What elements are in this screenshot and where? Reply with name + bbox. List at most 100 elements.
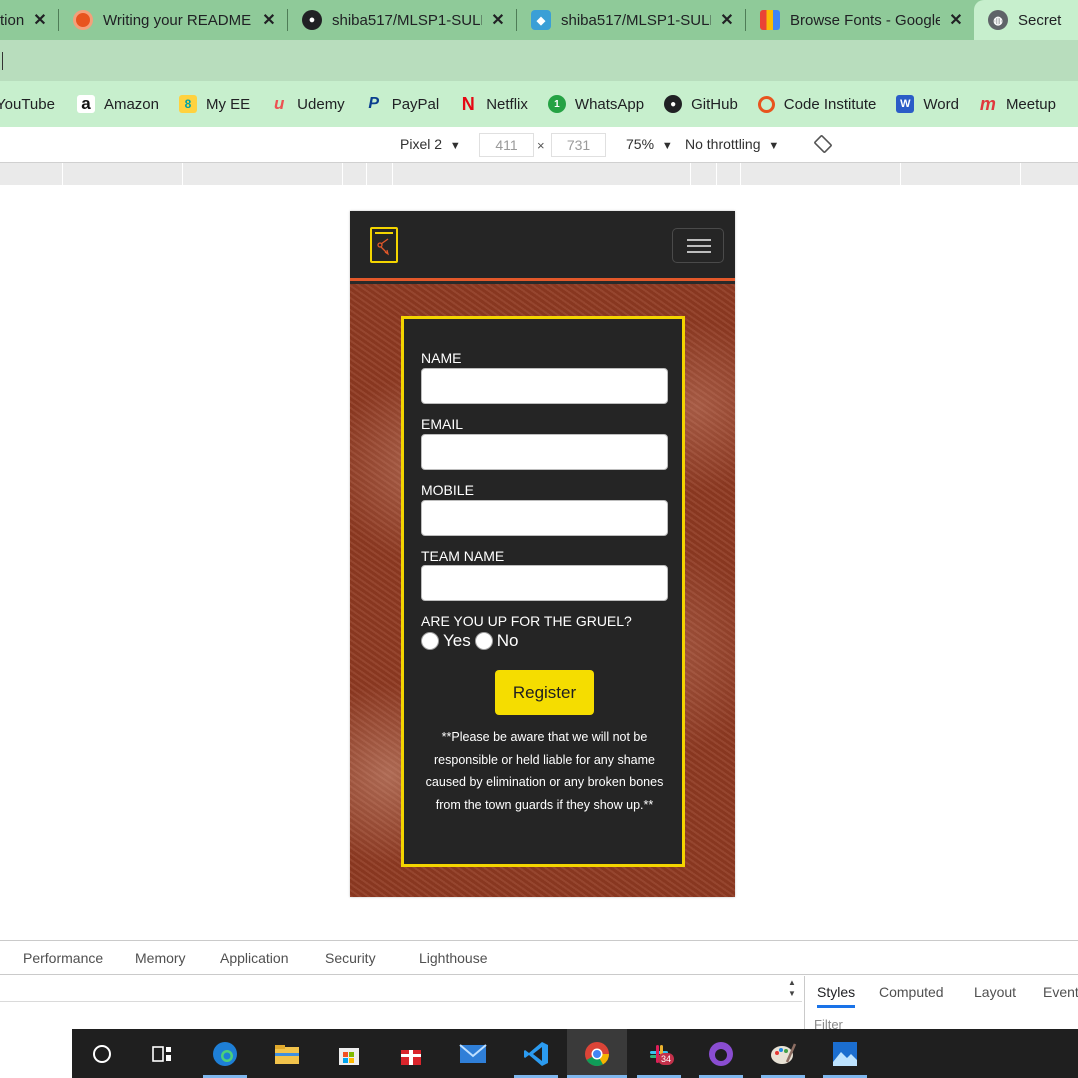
- bookmark-label: Udemy: [297, 95, 345, 113]
- close-icon[interactable]: ✕: [490, 10, 506, 30]
- tab-performance[interactable]: Performance: [23, 950, 103, 966]
- bookmark-netflix[interactable]: N Netflix: [459, 93, 528, 114]
- media-query-ruler: [0, 163, 1078, 185]
- bookmark-code-institute[interactable]: Code Institute: [757, 95, 877, 113]
- bookmark-label: PayPal: [391, 95, 440, 113]
- browser-tab-strip: tion ✕ Writing your README ✕ ● shiba517/…: [0, 0, 1078, 40]
- udemy-icon: u: [273, 94, 285, 113]
- rotate-icon[interactable]: [814, 135, 832, 156]
- tab-layout[interactable]: Layout: [974, 984, 1016, 1000]
- chevron-down-icon: ▼: [661, 140, 673, 152]
- registration-form: NAME EMAIL MOBILE TEAM NAME ARE YOU UP F…: [401, 316, 685, 867]
- device-select[interactable]: Pixel 2 ▼: [400, 136, 461, 152]
- no-radio[interactable]: [474, 632, 493, 650]
- bookmark-amazon[interactable]: a Amazon: [76, 94, 159, 113]
- ruler-tick: [182, 163, 183, 185]
- paint-icon[interactable]: [768, 1039, 798, 1069]
- browser-tab-active[interactable]: ◍ Secret: [974, 0, 1078, 40]
- tab-application[interactable]: Application: [220, 950, 289, 966]
- site-logo-icon[interactable]: [370, 227, 398, 263]
- whatsapp-icon: 1: [547, 95, 566, 113]
- github-icon: ●: [664, 95, 683, 113]
- code-institute-icon: [73, 10, 93, 30]
- name-label: NAME: [421, 350, 462, 366]
- browser-tab[interactable]: ◆ shiba517/MLSP1-SULF ✕: [517, 0, 745, 40]
- bookmark-label: WhatsApp: [574, 95, 645, 113]
- browser-tab[interactable]: tion ✕: [0, 0, 58, 40]
- address-bar[interactable]: [0, 40, 1078, 81]
- team-name-input[interactable]: [421, 565, 668, 601]
- vscode-icon[interactable]: [521, 1039, 551, 1069]
- bookmark-label: My EE: [205, 95, 251, 113]
- bookmark-word[interactable]: W Word: [896, 95, 959, 113]
- ruler-tick: [1020, 163, 1021, 185]
- tab-memory[interactable]: Memory: [135, 950, 186, 966]
- scroll-arrows-icon[interactable]: ▲ ▼: [784, 977, 800, 1001]
- text-cursor: [2, 52, 3, 70]
- ruler-tick: [366, 163, 367, 185]
- tab-event-listeners[interactable]: Event: [1043, 984, 1078, 1000]
- bookmark-meetup[interactable]: m Meetup: [979, 94, 1056, 114]
- github-icon: ●: [302, 10, 322, 30]
- register-button[interactable]: Register: [495, 670, 594, 715]
- word-icon: W: [896, 95, 915, 113]
- google-fonts-icon: [760, 10, 780, 30]
- gift-icon[interactable]: [396, 1039, 426, 1069]
- bookmark-youtube[interactable]: YouTube: [0, 96, 55, 113]
- browser-tab[interactable]: Writing your README ✕: [59, 0, 287, 40]
- browser-tab[interactable]: ● shiba517/MLSP1-SULF ✕: [288, 0, 516, 40]
- bookmark-paypal[interactable]: P PayPal: [365, 95, 440, 113]
- bookmark-whatsapp[interactable]: 1 WhatsApp: [547, 95, 645, 113]
- netflix-icon: N: [461, 93, 475, 114]
- email-input[interactable]: [421, 434, 668, 470]
- file-explorer-icon[interactable]: [272, 1039, 302, 1069]
- close-icon[interactable]: ✕: [719, 10, 735, 30]
- name-input[interactable]: [421, 368, 668, 404]
- tab-computed[interactable]: Computed: [879, 984, 944, 1000]
- mail-icon[interactable]: [458, 1039, 488, 1069]
- taskbar-left-edge: [0, 1029, 72, 1078]
- bookmark-label: Netflix: [486, 95, 528, 113]
- mobile-input[interactable]: [421, 500, 668, 536]
- viewport-width-input[interactable]: 411: [479, 133, 534, 157]
- notification-badge: 34: [658, 1053, 675, 1065]
- viewport-height-input[interactable]: 731: [551, 133, 606, 157]
- paypal-icon: P: [368, 95, 380, 112]
- device-name: Pixel 2: [400, 136, 443, 152]
- store-icon[interactable]: [334, 1039, 364, 1069]
- ruler-tick: [392, 163, 393, 185]
- throttling-select[interactable]: No throttling ▼: [685, 136, 779, 152]
- github-desktop-icon[interactable]: [706, 1039, 736, 1069]
- hamburger-menu-icon[interactable]: [672, 228, 724, 263]
- team-name-label: TEAM NAME: [421, 548, 505, 564]
- yes-radio[interactable]: [421, 632, 439, 650]
- tab-styles[interactable]: Styles: [817, 984, 856, 1008]
- tab-security[interactable]: Security: [325, 950, 376, 966]
- windows-taskbar: 34: [0, 1029, 1078, 1078]
- bookmark-udemy[interactable]: u Udemy: [270, 94, 345, 113]
- edge-icon[interactable]: [210, 1039, 240, 1069]
- bookmark-label: Amazon: [103, 95, 159, 113]
- tab-lighthouse[interactable]: Lighthouse: [419, 950, 488, 966]
- close-icon[interactable]: ✕: [261, 10, 277, 30]
- bookmark-github[interactable]: ● GitHub: [664, 95, 738, 113]
- tab-title: Writing your README: [103, 11, 252, 29]
- bookmark-label: Code Institute: [783, 95, 877, 113]
- devtools-content-area[interactable]: [0, 976, 802, 1002]
- chrome-icon[interactable]: [582, 1039, 612, 1069]
- ruler-tick: [740, 163, 741, 185]
- bookmark-label: YouTube: [0, 95, 55, 113]
- ee-icon: 8: [178, 95, 197, 113]
- zoom-select[interactable]: 75% ▼: [626, 136, 673, 152]
- task-view-icon[interactable]: [147, 1039, 177, 1069]
- chevron-down-icon: ▼: [449, 140, 461, 152]
- ruler-tick: [342, 163, 343, 185]
- browser-tab[interactable]: Browse Fonts - Google ✕: [746, 0, 974, 40]
- close-icon[interactable]: ✕: [32, 10, 48, 30]
- photos-icon[interactable]: [830, 1039, 860, 1069]
- slack-icon[interactable]: 34: [644, 1039, 675, 1069]
- bookmarks-bar: YouTube a Amazon 8 My EE u Udemy P PayPa…: [0, 81, 1078, 127]
- close-icon[interactable]: ✕: [948, 10, 964, 30]
- cortana-icon[interactable]: [87, 1039, 117, 1069]
- bookmark-my-ee[interactable]: 8 My EE: [178, 95, 251, 113]
